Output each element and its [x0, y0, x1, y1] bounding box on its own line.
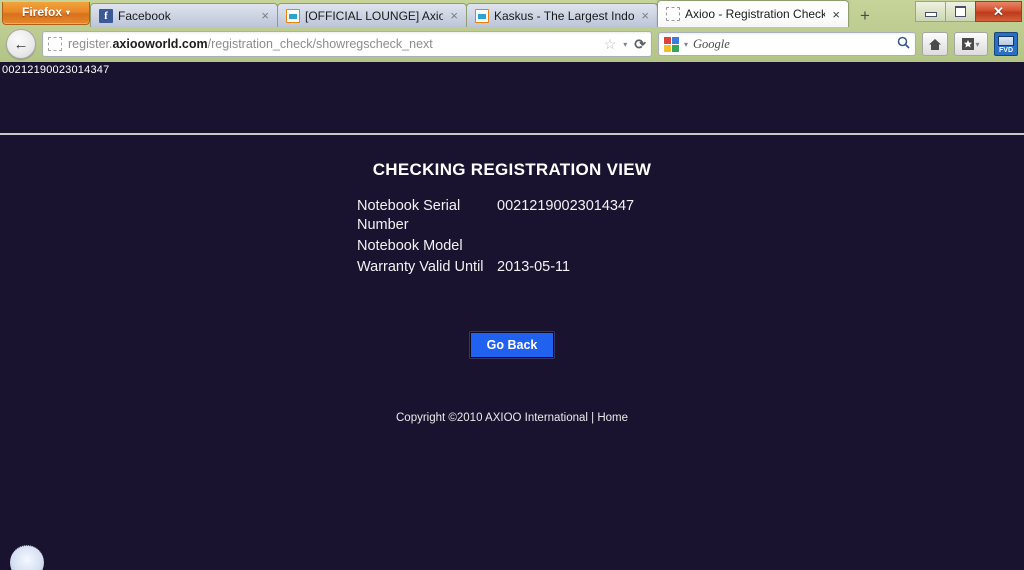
- back-button[interactable]: ←: [6, 29, 36, 59]
- tab-label: Kaskus - The Largest Indo...: [494, 8, 635, 23]
- url-text: register.axiooworld.com/registration_che…: [68, 37, 598, 51]
- row-value: [497, 237, 687, 258]
- row-value: 2013-05-11: [497, 259, 571, 275]
- row-label: Warranty Valid Until: [357, 259, 484, 275]
- navigation-toolbar: ← register.axiooworld.com/registration_c…: [0, 27, 1024, 61]
- fvd-label: FVD: [999, 47, 1013, 54]
- home-icon: [929, 38, 941, 50]
- top-serial-number: 00212190023014347: [2, 64, 110, 76]
- facebook-favicon-icon: f: [99, 8, 113, 23]
- tab-label: Facebook: [118, 8, 171, 23]
- address-bar[interactable]: register.axiooworld.com/registration_che…: [42, 31, 652, 57]
- bookmarks-star-icon: [962, 38, 975, 50]
- fvd-speed-dial-button[interactable]: FVD: [994, 32, 1018, 56]
- table-row: Warranty Valid Until 2013-05-11: [357, 258, 687, 279]
- page-title: CHECKING REGISTRATION VIEW: [372, 160, 652, 179]
- tab-close-icon[interactable]: ×: [639, 9, 651, 22]
- tab-close-icon[interactable]: ×: [259, 9, 271, 22]
- new-tab-button[interactable]: +: [852, 5, 878, 27]
- chevron-down-icon: ▾: [66, 8, 71, 18]
- site-identity-icon: [48, 37, 62, 51]
- home-button[interactable]: [922, 32, 948, 56]
- tab-close-icon[interactable]: ×: [448, 9, 460, 22]
- tab-label: [OFFICIAL LOUNGE] Axioo...: [305, 8, 444, 23]
- google-icon: [664, 36, 679, 52]
- search-icon[interactable]: [897, 36, 910, 52]
- tab-axioo-registration-check[interactable]: Axioo - Registration Check... ×: [657, 0, 849, 27]
- row-value: 00212190023014347: [497, 198, 635, 214]
- footer-copyright: Copyright ©2010 AXIOO International | Ho…: [396, 412, 628, 424]
- bookmarks-button[interactable]: ▾: [954, 32, 988, 56]
- header-divider: [0, 133, 1024, 135]
- window-controls: ✕: [915, 1, 1022, 22]
- reload-icon[interactable]: ⟳: [634, 36, 646, 53]
- bookmark-star-icon[interactable]: ☆: [604, 36, 617, 53]
- back-arrow-icon: ←: [13, 35, 29, 53]
- tab-list: f Facebook × [OFFICIAL LOUNGE] Axioo... …: [90, 0, 1024, 27]
- tab-label: Axioo - Registration Check...: [685, 7, 826, 21]
- page-viewport: 00212190023014347 CHECKING REGISTRATION …: [0, 62, 1024, 570]
- kaskus-favicon-icon: [475, 8, 489, 23]
- browser-chrome: Firefox ▾ f Facebook × [OFFICIAL LOUNGE] …: [0, 0, 1024, 63]
- close-window-button[interactable]: ✕: [975, 1, 1022, 22]
- url-prefix: register.: [68, 37, 113, 51]
- table-row: Notebook Serial Number 00212190023014347: [357, 197, 687, 237]
- kaskus-favicon-icon: [286, 8, 300, 23]
- address-bar-icons: ☆ ▾ ⟳: [604, 36, 646, 53]
- url-host: axiooworld.com: [112, 37, 208, 51]
- go-back-button-container: Go Back: [0, 331, 1024, 359]
- search-bar[interactable]: ▾ Google: [658, 32, 916, 56]
- search-input[interactable]: Google: [693, 37, 892, 52]
- chevron-down-icon[interactable]: ▾: [684, 40, 688, 49]
- tab-close-icon[interactable]: ×: [830, 8, 842, 21]
- tab-kaskus[interactable]: Kaskus - The Largest Indo... ×: [466, 3, 658, 27]
- table-row: Notebook Model: [357, 237, 687, 258]
- tab-official-lounge-axioo[interactable]: [OFFICIAL LOUNGE] Axioo... ×: [277, 3, 467, 27]
- minimize-button[interactable]: [915, 1, 946, 22]
- restore-button[interactable]: [945, 1, 976, 22]
- browser-window: Firefox ▾ f Facebook × [OFFICIAL LOUNGE] …: [0, 0, 1024, 570]
- url-path: /registration_check/showregscheck_next: [207, 37, 433, 51]
- blank-favicon-icon: [666, 7, 680, 21]
- firefox-menu-label: Firefox: [21, 5, 62, 19]
- tab-facebook[interactable]: f Facebook ×: [90, 3, 278, 27]
- decorative-orb: [10, 545, 44, 570]
- chevron-down-icon: ▾: [975, 39, 980, 49]
- chevron-down-icon[interactable]: ▾: [623, 40, 627, 49]
- firefox-menu-button[interactable]: Firefox ▾: [2, 2, 90, 25]
- registration-info-table: Notebook Serial Number 00212190023014347…: [357, 197, 687, 279]
- tab-strip: Firefox ▾ f Facebook × [OFFICIAL LOUNGE] …: [0, 0, 1024, 27]
- row-label: Notebook Model: [357, 238, 463, 254]
- fvd-thumbnail-icon: [998, 36, 1014, 46]
- go-back-button[interactable]: Go Back: [468, 331, 556, 359]
- row-label: Notebook Serial Number: [357, 198, 461, 233]
